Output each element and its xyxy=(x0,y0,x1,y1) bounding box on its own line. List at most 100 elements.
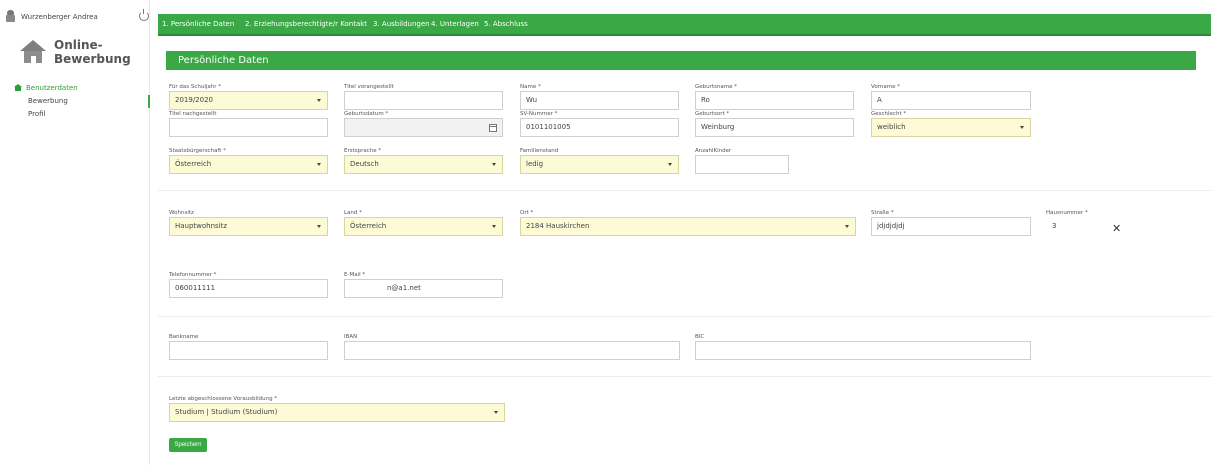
section-title: Persönliche Daten xyxy=(178,55,269,66)
field-label: Hausnummer * xyxy=(1046,210,1088,216)
input-value: 0101101005 xyxy=(526,123,571,131)
select-value: Österreich xyxy=(350,222,387,230)
select-value: Deutsch xyxy=(350,160,379,168)
email-input[interactable]: n@a1.net xyxy=(344,279,503,298)
field-label: Für das Schuljahr * xyxy=(169,84,221,90)
user-icon xyxy=(6,10,15,22)
field-label: Telefonnummer * xyxy=(169,272,217,278)
sidebar-item-label: Bewerbung xyxy=(28,97,68,105)
clear-hausnummer-icon[interactable]: ✕ xyxy=(1112,222,1121,235)
familienstand-select[interactable]: ledig xyxy=(520,155,679,174)
tab-abschluss[interactable]: 5. Abschluss xyxy=(484,20,528,28)
select-value: 2019/2020 xyxy=(175,96,213,104)
logo-title-line1: Online- xyxy=(54,38,103,52)
chevron-down-icon xyxy=(1020,126,1024,129)
divider xyxy=(158,190,1211,191)
bic-input[interactable] xyxy=(695,341,1031,360)
input-value: 060011111 xyxy=(175,284,216,292)
field-label: Straße * xyxy=(871,210,894,216)
chevron-down-icon xyxy=(492,163,496,166)
input-value: Wu xyxy=(526,96,538,104)
input-value: 3 xyxy=(1052,222,1057,230)
user-name: Wurzenberger Andrea xyxy=(21,13,98,21)
field-label: Letzte abgeschlossene Vorausbildung * xyxy=(169,396,278,402)
chevron-down-icon xyxy=(492,225,496,228)
field-label: SV-Nummer * xyxy=(520,111,558,117)
field-label: Land * xyxy=(344,210,362,216)
name-input[interactable]: Wu xyxy=(520,91,679,110)
step-tabs: 1. Persönliche Daten 2. Erziehungsberech… xyxy=(158,14,1211,36)
geburtsdatum-input[interactable] xyxy=(344,118,503,137)
field-label: BIC xyxy=(695,334,705,340)
app-logo[interactable]: Online- Bewerbung xyxy=(14,36,144,66)
chevron-down-icon xyxy=(317,225,321,228)
divider xyxy=(158,316,1211,317)
user-row: Wurzenberger Andrea xyxy=(6,9,149,24)
select-value: Österreich xyxy=(175,160,212,168)
save-button[interactable]: Speichern xyxy=(169,438,207,452)
home-icon xyxy=(14,84,22,91)
vorausbildung-select[interactable]: Studium | Studium (Studium) xyxy=(169,403,505,422)
field-label: Vorname * xyxy=(871,84,900,90)
field-label: Geburtsname * xyxy=(695,84,738,90)
titel-vorangestellt-input[interactable] xyxy=(344,91,503,110)
chevron-down-icon xyxy=(317,163,321,166)
select-value: 2184 Hauskirchen xyxy=(526,222,590,230)
sidebar-item-label: Benutzerdaten xyxy=(26,84,78,92)
calendar-icon[interactable] xyxy=(489,124,497,132)
tab-erziehungsberechtigte-kontakt[interactable]: 2. Erziehungsberechtigte/r Kontakt xyxy=(245,20,367,28)
telefonnummer-input[interactable]: 060011111 xyxy=(169,279,328,298)
field-label: Familienstand xyxy=(520,148,559,154)
logout-power-icon[interactable] xyxy=(139,9,149,21)
section-header: Persönliche Daten xyxy=(166,51,1196,70)
input-value: jdjdjdjdj xyxy=(877,222,905,230)
input-value: A xyxy=(877,96,882,104)
field-label: IBAN xyxy=(344,334,358,340)
sidebar-item-profil[interactable]: Profil xyxy=(14,108,150,121)
strasse-input[interactable]: jdjdjdjdj xyxy=(871,217,1031,236)
field-label: Name * xyxy=(520,84,541,90)
titel-nachgestellt-input[interactable] xyxy=(169,118,328,137)
chevron-down-icon xyxy=(494,411,498,414)
vorname-input[interactable]: A xyxy=(871,91,1031,110)
field-label: Geburtsort * xyxy=(695,111,730,117)
geschlecht-select[interactable]: weiblich xyxy=(871,118,1031,137)
divider xyxy=(158,376,1211,377)
bankname-input[interactable] xyxy=(169,341,328,360)
field-label: Wohnsitz xyxy=(169,210,194,216)
wohnsitz-select[interactable]: Hauptwohnsitz xyxy=(169,217,328,236)
field-label: Bankname xyxy=(169,334,199,340)
field-label: Geburtsdatum * xyxy=(344,111,389,117)
tab-unterlagen[interactable]: 4. Unterlagen xyxy=(431,20,479,28)
field-label: AnzahlKinder xyxy=(695,148,732,154)
land-select[interactable]: Österreich xyxy=(344,217,503,236)
field-label: Titel nachgestellt xyxy=(169,111,217,117)
logo-title-line2: Bewerbung xyxy=(54,52,131,66)
sidebar: Wurzenberger Andrea Online- Bewerbung Be… xyxy=(0,0,150,465)
select-value: Studium | Studium (Studium) xyxy=(175,408,278,416)
input-value: n@a1.net xyxy=(387,284,421,292)
field-label: Staatsbürgerschaft * xyxy=(169,148,226,154)
chevron-down-icon xyxy=(317,99,321,102)
sidebar-item-benutzerdaten[interactable]: Benutzerdaten xyxy=(14,82,150,95)
input-value: Weinburg xyxy=(701,123,735,131)
field-label: Ort * xyxy=(520,210,534,216)
schuljahr-select[interactable]: 2019/2020 xyxy=(169,91,328,110)
tab-persoenliche-daten[interactable]: 1. Persönliche Daten xyxy=(162,20,234,28)
erstsprache-select[interactable]: Deutsch xyxy=(344,155,503,174)
select-value: weiblich xyxy=(877,123,906,131)
field-label: Erstsprache * xyxy=(344,148,382,154)
anzahl-kinder-input[interactable] xyxy=(695,155,789,174)
sidebar-item-label: Profil xyxy=(28,110,46,118)
sv-nummer-input[interactable]: 0101101005 xyxy=(520,118,679,137)
ort-select[interactable]: 2184 Hauskirchen xyxy=(520,217,856,236)
chevron-down-icon xyxy=(668,163,672,166)
field-label: Geschlecht * xyxy=(871,111,907,117)
sidebar-item-bewerbung[interactable]: Bewerbung xyxy=(14,95,150,108)
house-icon xyxy=(20,40,46,64)
staatsbuergerschaft-select[interactable]: Österreich xyxy=(169,155,328,174)
geburtsname-input[interactable]: Ro xyxy=(695,91,854,110)
iban-input[interactable] xyxy=(344,341,680,360)
geburtsort-input[interactable]: Weinburg xyxy=(695,118,854,137)
tab-ausbildungen[interactable]: 3. Ausbildungen xyxy=(373,20,430,28)
